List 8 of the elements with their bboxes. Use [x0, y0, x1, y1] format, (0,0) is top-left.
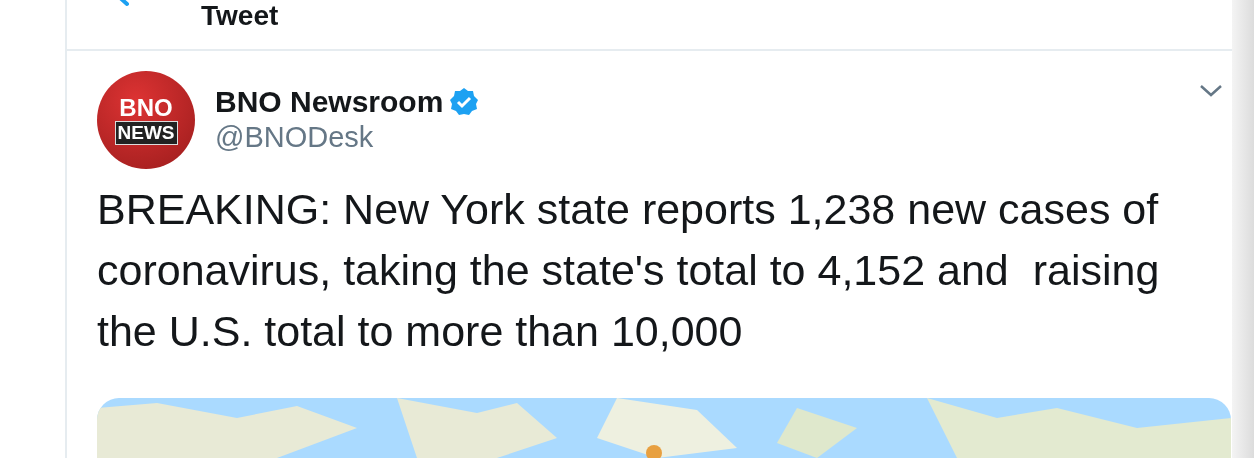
logo-text: NEWS — [114, 121, 178, 145]
account-name[interactable]: BNO Newsroom — [215, 85, 444, 119]
chevron-down-icon[interactable] — [1200, 85, 1222, 97]
page-title: Tweet — [201, 0, 279, 32]
account-handle[interactable]: @BNODesk — [215, 121, 374, 154]
logo-text: BNO — [119, 95, 173, 121]
avatar-logo[interactable]: BNO NEWS — [97, 71, 195, 169]
tweet-text: BREAKING: New York state reports 1,238 new cases of coronavirus, taking the state's total to 4,152 and raising the U.S. total to more than 10,000 — [97, 184, 1161, 357]
